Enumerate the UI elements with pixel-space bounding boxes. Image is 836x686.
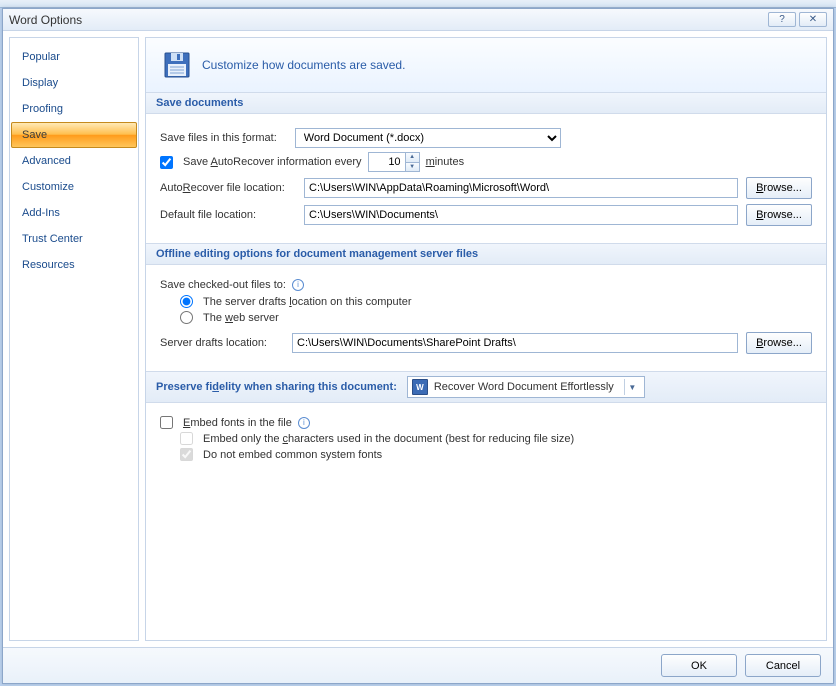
- ok-button[interactable]: OK: [661, 654, 737, 677]
- fidelity-document-name: Recover Word Document Effortlessly: [434, 381, 614, 393]
- chevron-down-icon[interactable]: ▼: [624, 379, 640, 395]
- sidebar-item-save[interactable]: Save: [11, 122, 137, 148]
- minutes-label: minutes: [426, 156, 465, 168]
- server-drafts-local-label: The server drafts location on this compu…: [203, 296, 412, 308]
- dialog-title: Word Options: [9, 13, 82, 27]
- autorecover-minutes-input[interactable]: [369, 153, 405, 171]
- content-panel: Customize how documents are saved. Save …: [145, 37, 827, 641]
- spinner-down[interactable]: ▼: [405, 163, 419, 172]
- server-drafts-location-label: Server drafts location:: [160, 337, 284, 349]
- save-format-select[interactable]: Word Document (*.docx): [295, 128, 561, 148]
- section-save-documents-header: Save documents: [146, 92, 826, 114]
- close-button[interactable]: ✕: [799, 12, 827, 27]
- sidebar-item-popular[interactable]: Popular: [11, 44, 137, 70]
- autorecover-location-label: AutoRecover file location:: [160, 182, 296, 194]
- autorecover-checkbox[interactable]: [160, 156, 173, 169]
- sidebar-item-advanced[interactable]: Advanced: [11, 148, 137, 174]
- dialog-footer: OK Cancel: [3, 647, 833, 683]
- sidebar-item-proofing[interactable]: Proofing: [11, 96, 137, 122]
- no-common-fonts-checkbox: [180, 448, 193, 461]
- autorecover-location-input[interactable]: [304, 178, 738, 198]
- default-location-input[interactable]: [304, 205, 738, 225]
- hero-banner: Customize how documents are saved.: [146, 38, 826, 92]
- sidebar-item-addins[interactable]: Add-Ins: [11, 200, 137, 226]
- default-browse-button[interactable]: Browse...: [746, 204, 812, 226]
- section-fidelity-header: Preserve fidelity when sharing this docu…: [146, 371, 826, 403]
- floppy-icon: [164, 52, 190, 78]
- sidebar-item-trust-center[interactable]: Trust Center: [11, 226, 137, 252]
- hero-text: Customize how documents are saved.: [202, 58, 405, 72]
- web-server-label: The web server: [203, 312, 279, 324]
- section-offline-header: Offline editing options for document man…: [146, 243, 826, 265]
- default-location-label: Default file location:: [160, 209, 296, 221]
- titlebar: Word Options ? ✕: [3, 9, 833, 31]
- word-doc-icon: W: [412, 379, 428, 395]
- save-checked-out-label: Save checked-out files to:: [160, 279, 286, 291]
- embed-fonts-checkbox[interactable]: [160, 416, 173, 429]
- sidebar-item-resources[interactable]: Resources: [11, 252, 137, 278]
- no-common-fonts-label: Do not embed common system fonts: [203, 449, 382, 461]
- info-icon[interactable]: i: [298, 417, 310, 429]
- sidebar-item-customize[interactable]: Customize: [11, 174, 137, 200]
- autorecover-label: Save AutoRecover information every: [183, 156, 362, 168]
- word-options-dialog: Word Options ? ✕ Popular Display Proofin…: [2, 8, 834, 684]
- server-drafts-local-radio[interactable]: [180, 295, 193, 308]
- cancel-button[interactable]: Cancel: [745, 654, 821, 677]
- help-button[interactable]: ?: [768, 12, 796, 27]
- category-sidebar: Popular Display Proofing Save Advanced C…: [9, 37, 139, 641]
- embed-only-chars-label: Embed only the characters used in the do…: [203, 433, 574, 445]
- sidebar-item-display[interactable]: Display: [11, 70, 137, 96]
- autorecover-spinner[interactable]: ▲ ▼: [368, 152, 420, 172]
- embed-fonts-label: Embed fonts in the file: [183, 417, 292, 429]
- server-drafts-browse-button[interactable]: Browse...: [746, 332, 812, 354]
- server-drafts-location-input[interactable]: [292, 333, 738, 353]
- web-server-radio[interactable]: [180, 311, 193, 324]
- fidelity-document-select[interactable]: W Recover Word Document Effortlessly ▼: [407, 376, 645, 398]
- format-label: Save files in this format:: [160, 132, 277, 144]
- spinner-up[interactable]: ▲: [405, 153, 419, 163]
- info-icon[interactable]: i: [292, 279, 304, 291]
- embed-only-chars-checkbox: [180, 432, 193, 445]
- autorecover-browse-button[interactable]: Browse...: [746, 177, 812, 199]
